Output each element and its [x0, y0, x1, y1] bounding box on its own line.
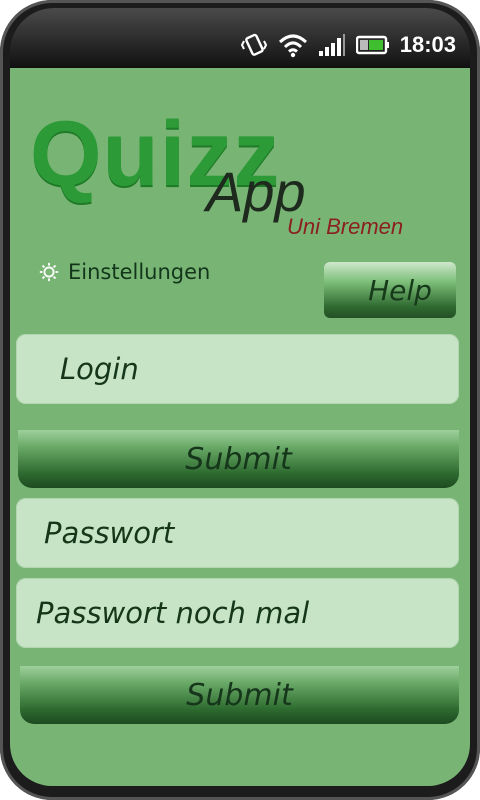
password-field-label: Passwort [44, 516, 175, 550]
logo-tagline: Uni Bremen [287, 214, 404, 239]
login-submit-button[interactable]: Submit [18, 430, 459, 488]
status-icons: 18:03 [240, 30, 456, 60]
settings-link[interactable]: Einstellungen [38, 260, 210, 284]
status-time: 18:03 [399, 32, 456, 57]
login-field-label: Login [60, 352, 139, 386]
help-button-label: Help [368, 273, 432, 307]
app-screen: Quizz App Uni Bremen Einstellungen Help … [10, 68, 470, 786]
wifi-icon [278, 34, 307, 58]
password-field[interactable]: Passwort [16, 498, 459, 568]
password-repeat-field[interactable]: Passwort noch mal [16, 578, 459, 648]
signal-icon [318, 34, 345, 56]
login-field[interactable]: Login [16, 334, 459, 404]
vibrate-icon [240, 33, 267, 56]
gear-icon [39, 262, 59, 282]
status-bar: 18:03 [10, 24, 470, 68]
password-submit-label: Submit [186, 677, 293, 713]
help-button[interactable]: Help [324, 262, 456, 318]
battery-icon [355, 35, 389, 55]
settings-label: Einstellungen [68, 260, 211, 284]
password-repeat-field-label: Passwort noch mal [36, 596, 310, 630]
login-submit-label: Submit [185, 441, 292, 477]
phone-frame: 18:03 Quizz App Uni Bremen Einstellungen… [0, 0, 480, 800]
password-submit-button[interactable]: Submit [20, 666, 459, 724]
logo-subtitle: App [206, 160, 306, 223]
